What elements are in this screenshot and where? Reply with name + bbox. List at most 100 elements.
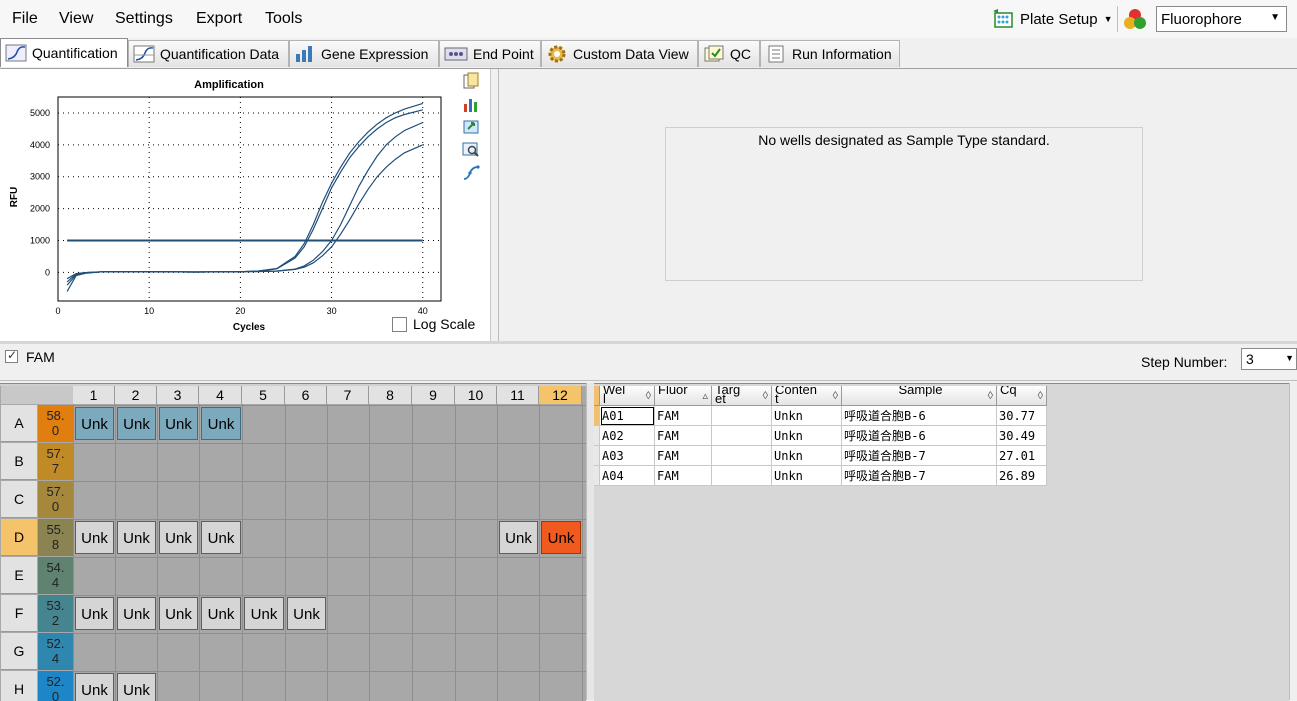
row-header-E[interactable]: E: [1, 557, 37, 594]
column-header[interactable]: Conten t ◊: [772, 386, 842, 406]
column-header-5[interactable]: 5: [242, 386, 285, 404]
menu-tools[interactable]: Tools: [265, 10, 302, 28]
column-header-12[interactable]: 12: [539, 386, 582, 404]
table-cell[interactable]: FAM: [655, 426, 712, 446]
table-cell[interactable]: [712, 466, 772, 486]
tab-run-information[interactable]: Run Information: [760, 40, 900, 67]
row-header-B[interactable]: B: [1, 443, 37, 480]
well-F2[interactable]: Unk: [117, 597, 156, 630]
column-header-8[interactable]: 8: [369, 386, 412, 404]
plate-setup-button[interactable]: Plate Setup ▼: [992, 6, 1112, 32]
menu-export[interactable]: Export: [196, 10, 242, 28]
row-header-F[interactable]: F: [1, 595, 37, 632]
column-header-3[interactable]: 3: [157, 386, 199, 404]
table-cell[interactable]: 呼吸道合胞B-7: [842, 446, 997, 466]
table-cell[interactable]: 26.89: [997, 466, 1047, 486]
well-A4[interactable]: Unk: [201, 407, 241, 440]
tab-qc[interactable]: QC: [698, 40, 760, 67]
tab-custom-data-view[interactable]: Custom Data View: [541, 40, 698, 67]
well-A3[interactable]: Unk: [159, 407, 198, 440]
table-cell[interactable]: [712, 446, 772, 466]
column-header[interactable]: Sample ◊: [842, 386, 997, 406]
well-F4[interactable]: Unk: [201, 597, 241, 630]
view-select[interactable]: Fluorophore ▼: [1156, 6, 1287, 32]
well-D11[interactable]: Unk: [499, 521, 538, 554]
column-header[interactable]: Wel l ◊: [600, 386, 655, 406]
table-cell[interactable]: Unkn: [772, 446, 842, 466]
sort-icon: ◊: [645, 390, 651, 402]
table-cell[interactable]: FAM: [655, 446, 712, 466]
well-F6[interactable]: Unk: [287, 597, 326, 630]
column-header-9[interactable]: 9: [412, 386, 455, 404]
column-header[interactable]: Fluor ▵: [655, 386, 712, 406]
table-cell[interactable]: 30.77: [997, 406, 1047, 426]
row-header-G[interactable]: G: [1, 633, 37, 670]
well-F3[interactable]: Unk: [159, 597, 198, 630]
column-header-6[interactable]: 6: [285, 386, 327, 404]
well-D2[interactable]: Unk: [117, 521, 156, 554]
column-header[interactable]: Cq ◊: [997, 386, 1047, 406]
table-cell[interactable]: A04: [600, 466, 655, 486]
table-cell[interactable]: [712, 406, 772, 426]
fluorophore-color-button[interactable]: [1122, 6, 1148, 32]
step-number-select[interactable]: 3 ▼: [1241, 348, 1297, 370]
table-cell[interactable]: FAM: [655, 466, 712, 486]
column-header-1[interactable]: 1: [73, 386, 115, 404]
well-A1[interactable]: Unk: [75, 407, 114, 440]
tab-quantification-data[interactable]: Quantification Data: [128, 40, 289, 67]
zoom-chart-icon[interactable]: [462, 141, 480, 162]
well-D4[interactable]: Unk: [201, 521, 241, 554]
curve-style-icon[interactable]: [462, 164, 480, 185]
table-cell[interactable]: 呼吸道合胞B-6: [842, 406, 997, 426]
sort-icon: ◊: [762, 390, 768, 402]
table-cell[interactable]: FAM: [655, 406, 712, 426]
well-A2[interactable]: Unk: [117, 407, 156, 440]
row-header-A[interactable]: A: [1, 405, 37, 442]
menu-view[interactable]: View: [59, 10, 93, 28]
log-scale-checkbox[interactable]: [392, 317, 407, 332]
table-cell[interactable]: 27.01: [997, 446, 1047, 466]
export-image-icon[interactable]: [462, 118, 480, 139]
amplification-chart[interactable]: Amplification RFU Cycles 0 10 20 30 40 0 1000 2…: [0, 69, 460, 341]
table-cell[interactable]: 呼吸道合胞B-7: [842, 466, 997, 486]
column-header[interactable]: Targ et ◊: [712, 386, 772, 406]
vertical-scrollbar[interactable]: [1289, 383, 1297, 700]
table-cell[interactable]: A03: [600, 446, 655, 466]
table-cell[interactable]: Unkn: [772, 426, 842, 446]
well-D12[interactable]: Unk: [541, 521, 581, 554]
column-header-10[interactable]: 10: [455, 386, 497, 404]
tab-bar: Quantification Quantification Data Gene …: [0, 38, 1297, 69]
row-header-C[interactable]: C: [1, 481, 37, 518]
column-header-7[interactable]: 7: [327, 386, 369, 404]
copy-icon[interactable]: [462, 72, 480, 93]
fam-checkbox[interactable]: ✓: [5, 348, 18, 363]
tab-gene-expression[interactable]: Gene Expression: [289, 40, 439, 67]
grid-line: [73, 404, 74, 701]
column-header-11[interactable]: 11: [497, 386, 539, 404]
menu-settings[interactable]: Settings: [115, 10, 173, 28]
row-header-H[interactable]: H: [1, 671, 37, 701]
well-H1[interactable]: Unk: [75, 673, 114, 701]
grid-line: [455, 404, 456, 701]
well-F5[interactable]: Unk: [244, 597, 284, 630]
table-cell[interactable]: A02: [600, 426, 655, 446]
chart-options-icon[interactable]: [462, 95, 480, 116]
tab-quantification[interactable]: Quantification: [0, 38, 128, 67]
x-tick-label: 0: [55, 306, 60, 316]
table-cell[interactable]: [712, 426, 772, 446]
table-cell[interactable]: A01: [600, 406, 655, 426]
well-F1[interactable]: Unk: [75, 597, 114, 630]
menu-file[interactable]: File: [12, 10, 38, 28]
column-header-4[interactable]: 4: [199, 386, 242, 404]
table-cell[interactable]: Unkn: [772, 406, 842, 426]
table-cell[interactable]: Unkn: [772, 466, 842, 486]
table-cell[interactable]: 呼吸道合胞B-6: [842, 426, 997, 446]
table-cell[interactable]: 30.49: [997, 426, 1047, 446]
well-D3[interactable]: Unk: [159, 521, 198, 554]
row-header-D[interactable]: D: [1, 519, 37, 556]
column-header-2[interactable]: 2: [115, 386, 157, 404]
well-H2[interactable]: Unk: [117, 673, 156, 701]
tab-end-point[interactable]: End Point: [439, 40, 541, 67]
well-D1[interactable]: Unk: [75, 521, 114, 554]
plate-corner[interactable]: [1, 386, 73, 404]
